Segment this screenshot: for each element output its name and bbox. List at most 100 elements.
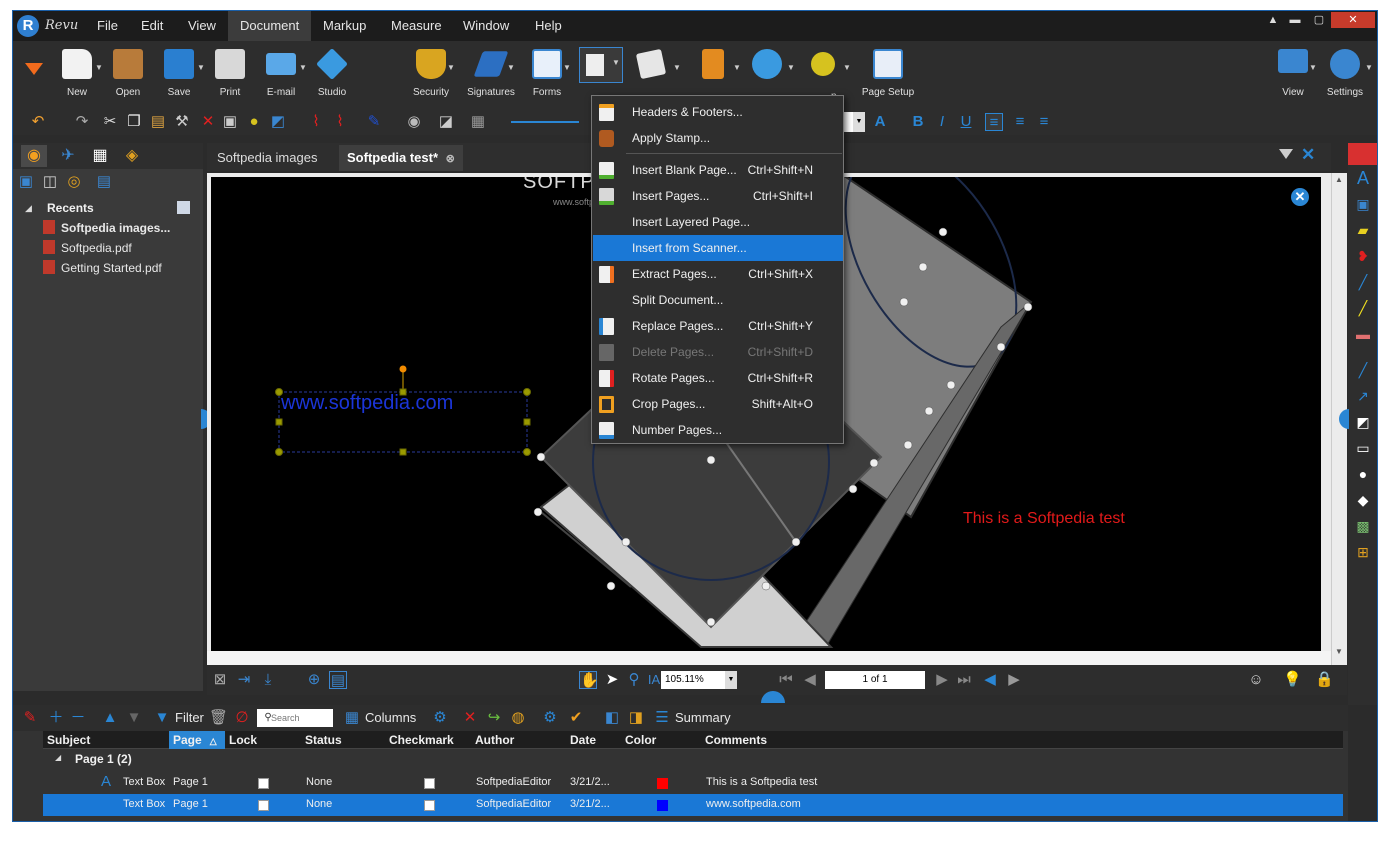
menu-view[interactable]: View bbox=[176, 11, 228, 41]
settings-dropdown-arrow-icon[interactable]: ▼ bbox=[1365, 63, 1373, 72]
table-row[interactable]: A Text Box Page 1 None SoftpediaEditor 3… bbox=[43, 772, 1343, 794]
recent-file-item[interactable]: Softpedia images... bbox=[43, 220, 170, 238]
maximize-button[interactable]: ▢ bbox=[1305, 12, 1333, 28]
text-box-markup-blue[interactable]: www.softpedia.com bbox=[281, 392, 453, 415]
column-checkmark[interactable]: Checkmark bbox=[389, 733, 454, 747]
show-bottom-panel-icon[interactable]: ⤓ bbox=[259, 671, 277, 689]
line-style-icon[interactable]: ⌇ bbox=[307, 113, 325, 131]
menu-item-insert-from-scanner[interactable]: Insert from Scanner... bbox=[593, 235, 843, 261]
summary-label[interactable]: Summary bbox=[675, 710, 731, 725]
opacity-icon[interactable]: ◪ bbox=[437, 113, 455, 131]
previous-view-icon[interactable]: ◀ bbox=[981, 671, 999, 689]
tab-softpedia-test[interactable]: Softpedia test* ⊗ bbox=[339, 145, 463, 171]
remove-icon[interactable]: － bbox=[69, 709, 87, 727]
lightbulb-icon[interactable]: 💡 bbox=[1283, 671, 1302, 689]
export-icon[interactable]: ◨ bbox=[627, 709, 645, 727]
bookmarks-tab-icon[interactable]: ✈ bbox=[55, 145, 81, 167]
horizontal-scrollbar[interactable] bbox=[207, 651, 1331, 665]
settings-button[interactable]: Settings bbox=[1319, 47, 1371, 105]
line-end-icon[interactable]: ⌇ bbox=[331, 113, 349, 131]
menu-file[interactable]: File bbox=[85, 11, 130, 41]
forms-dropdown-arrow-icon[interactable]: ▼ bbox=[563, 63, 571, 72]
cut-icon[interactable]: ✂ bbox=[101, 113, 119, 131]
cloud-tool-icon[interactable]: ◆ bbox=[1354, 491, 1372, 509]
arrow-tool-icon[interactable]: ↗ bbox=[1354, 387, 1372, 405]
image-tool-icon[interactable]: ▩ bbox=[1354, 517, 1372, 535]
note-icon[interactable]: ▰ bbox=[1354, 221, 1372, 239]
layers-tab-icon[interactable]: ◈ bbox=[119, 145, 145, 167]
stamp-dropdown-arrow-icon[interactable]: ▼ bbox=[673, 63, 681, 72]
lock-icon[interactable]: 🔒 bbox=[1315, 671, 1334, 689]
fit-page-icon[interactable]: ⊕ bbox=[305, 671, 323, 689]
align-center-icon[interactable]: ≡ bbox=[1011, 113, 1029, 131]
menu-window[interactable]: Window bbox=[451, 11, 521, 41]
status-icon[interactable]: ◍ bbox=[509, 709, 527, 727]
pan-hand-icon[interactable]: ✋ bbox=[579, 671, 599, 689]
italic-icon[interactable]: I bbox=[933, 113, 951, 131]
file-access-tab-icon[interactable]: ◉ bbox=[21, 145, 47, 167]
capture-icon[interactable]: ▣ bbox=[221, 113, 239, 131]
menu-item-crop-pages[interactable]: Crop Pages... Shift+Alt+O bbox=[593, 391, 843, 417]
format-painter-icon[interactable]: ⚒ bbox=[173, 113, 191, 131]
menu-item-split-document[interactable]: Split Document... bbox=[593, 287, 843, 313]
zoom-tool-icon[interactable]: ⚲ bbox=[625, 671, 643, 689]
column-author[interactable]: Author bbox=[475, 733, 514, 747]
snapshot-icon[interactable]: ◩ bbox=[269, 113, 287, 131]
filter-icon[interactable]: ▼ bbox=[153, 709, 171, 727]
menu-item-insert-layered-page[interactable]: Insert Layered Page... bbox=[593, 209, 843, 235]
column-date[interactable]: Date bbox=[570, 733, 596, 747]
trash-icon[interactable]: 🗑 bbox=[209, 709, 228, 727]
show-left-panel-icon[interactable]: ⇥ bbox=[235, 671, 253, 689]
security-dropdown-arrow-icon[interactable]: ▼ bbox=[447, 63, 455, 72]
checkmark-checkbox[interactable] bbox=[424, 800, 435, 811]
forms-button[interactable]: Forms bbox=[521, 47, 573, 105]
text-box-markup-red[interactable]: This is a Softpedia test bbox=[963, 510, 1125, 528]
revu-logo-icon[interactable]: R bbox=[17, 15, 39, 37]
tab-list-arrow-icon[interactable] bbox=[1279, 149, 1293, 159]
open-button[interactable]: Open bbox=[102, 47, 154, 105]
reply-icon[interactable]: ↪ bbox=[485, 709, 503, 727]
next-view-icon[interactable]: ▶ bbox=[1005, 671, 1023, 689]
columns-label[interactable]: Columns bbox=[365, 710, 416, 725]
page-number-field[interactable]: 1 of 1 bbox=[825, 671, 925, 689]
recent-file-item[interactable]: Softpedia.pdf bbox=[43, 240, 132, 258]
menu-markup[interactable]: Markup bbox=[311, 11, 378, 41]
menu-measure[interactable]: Measure bbox=[379, 11, 454, 41]
highlighter-icon[interactable]: ╱ bbox=[1354, 299, 1372, 317]
line-tool-icon[interactable]: ╱ bbox=[1354, 361, 1372, 379]
flatten-dropdown-arrow-icon[interactable]: ▼ bbox=[843, 63, 851, 72]
text-tool-icon[interactable]: A bbox=[1354, 169, 1372, 187]
security-button[interactable]: Security bbox=[405, 47, 457, 105]
menu-item-replace-pages[interactable]: Replace Pages... Ctrl+Shift+Y bbox=[593, 313, 843, 339]
menu-edit[interactable]: Edit bbox=[129, 11, 175, 41]
previous-page-icon[interactable]: ◀ bbox=[801, 671, 819, 689]
menu-item-extract-pages[interactable]: Extract Pages... Ctrl+Shift+X bbox=[593, 261, 843, 287]
revu-menu-arrow-icon[interactable] bbox=[25, 63, 43, 75]
markups-pen-icon[interactable]: ✎ bbox=[21, 709, 39, 727]
menu-item-rotate-pages[interactable]: Rotate Pages... Ctrl+Shift+R bbox=[593, 365, 843, 391]
view-button[interactable]: View bbox=[1267, 47, 1319, 105]
select-pointer-icon[interactable]: ➤ bbox=[603, 671, 621, 689]
thumbnails-tab-icon[interactable]: ▦ bbox=[87, 145, 113, 167]
folders-icon[interactable]: ▤ bbox=[95, 173, 113, 191]
scroll-down-icon[interactable]: ▼ bbox=[1335, 647, 1343, 656]
rectangle-tool-icon[interactable]: ▭ bbox=[1354, 439, 1372, 457]
crop-tool-icon[interactable]: ⊞ bbox=[1354, 543, 1372, 561]
paste-icon[interactable]: ▤ bbox=[149, 113, 167, 131]
email-button[interactable]: E-mail bbox=[255, 47, 307, 105]
align-right-icon[interactable]: ≡ bbox=[1035, 113, 1053, 131]
checkmark-checkbox[interactable] bbox=[424, 778, 435, 789]
close-button[interactable]: ✕ bbox=[1331, 12, 1375, 28]
column-color[interactable]: Color bbox=[625, 733, 656, 747]
group-collapse-icon[interactable]: ◢ bbox=[55, 753, 61, 762]
hatch-icon[interactable]: ▦ bbox=[469, 113, 487, 131]
column-lock[interactable]: Lock bbox=[229, 733, 257, 747]
view-dropdown-arrow-icon[interactable]: ▼ bbox=[1309, 63, 1317, 72]
measure-dropdown-arrow-icon[interactable]: ▼ bbox=[733, 63, 741, 72]
bold-icon[interactable]: B bbox=[909, 113, 927, 131]
add-icon[interactable]: ＋ bbox=[47, 709, 65, 727]
fit-width-icon[interactable]: ▤ bbox=[329, 671, 347, 689]
print-button[interactable]: Print bbox=[204, 47, 256, 105]
markup-tools-gear-icon[interactable]: ⚙ bbox=[541, 709, 559, 727]
page-setup-button[interactable]: Page Setup bbox=[861, 47, 915, 105]
